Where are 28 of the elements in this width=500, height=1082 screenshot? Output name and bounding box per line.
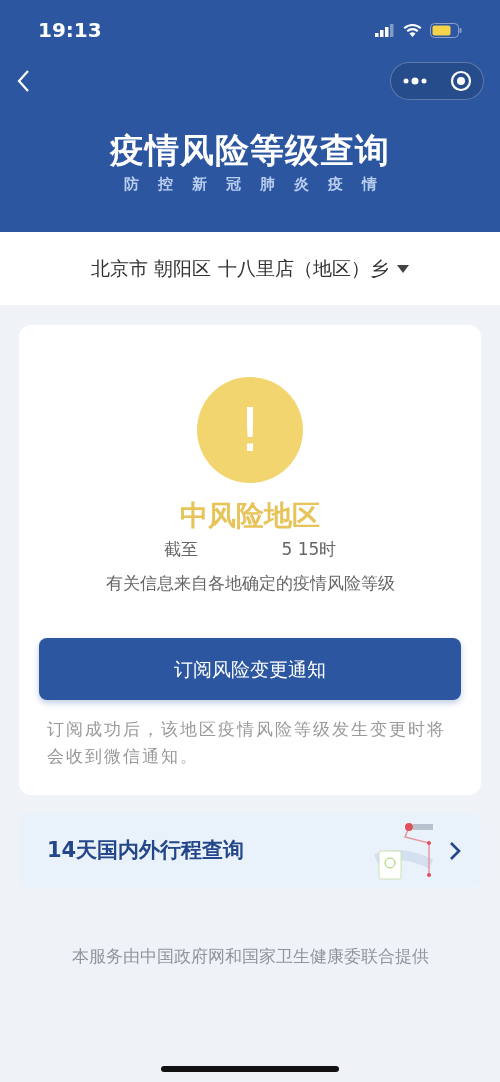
subtitle-char: 炎 [293, 174, 309, 196]
subtitle-char: 肺 [259, 174, 275, 196]
footer-text: 本服务由中国政府网和国家卫生健康委联合提供 [70, 945, 430, 968]
chevron-right-icon [449, 840, 461, 861]
update-time: 截至 [163, 538, 198, 561]
subtitle-char: 新 [191, 174, 207, 196]
trip-card[interactable]: 14天国内外行程查询 [19, 813, 481, 888]
page-title: 疫情风险等级查询 [109, 132, 391, 170]
status-time: 19:13 [38, 17, 102, 44]
battery-icon [430, 22, 462, 38]
warning-icon: ! [197, 377, 303, 483]
subtitle-char: 疫 [327, 174, 343, 196]
more-icon[interactable] [402, 77, 427, 85]
wifi-icon [403, 23, 422, 37]
signal-icon [375, 23, 395, 37]
caret-icon [396, 264, 409, 273]
subtitle-char: 防 [123, 174, 139, 196]
risk-level: 中风险地区 [179, 498, 321, 534]
note-text: 订阅成功后，该地区疫情风险等级发生变更时将会收到微信通知。 [46, 718, 447, 769]
location-selector[interactable]: 北京市 朝阳区 十八里店（地区）乡 [0, 232, 500, 305]
subtitle-char: 情 [361, 174, 377, 196]
subtitle-char: 冠 [225, 174, 241, 196]
subtitle-char: 控 [157, 174, 173, 196]
update-time: 5 15时 [281, 538, 337, 561]
subscribe-button[interactable]: 订阅风险变更通知 [39, 638, 461, 700]
back-icon[interactable] [16, 69, 30, 93]
info-text: 有关信息来自各地确定的疫情风险等级 [104, 571, 396, 595]
close-icon[interactable] [449, 70, 472, 92]
